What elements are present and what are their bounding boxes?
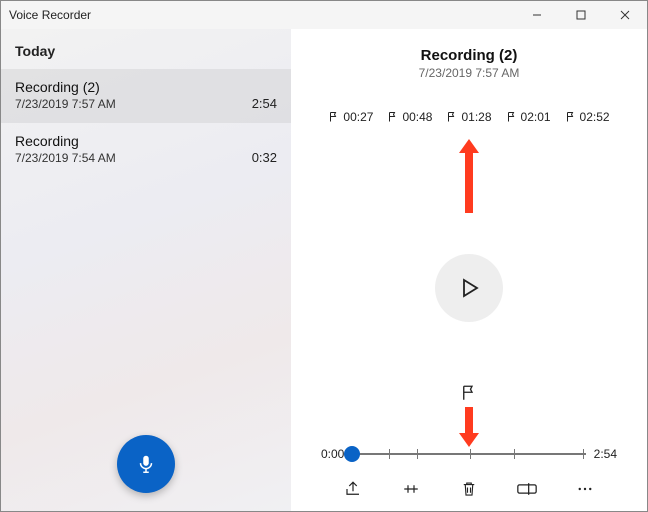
- marker-time: 02:01: [521, 110, 551, 124]
- flag-icon: [328, 111, 340, 123]
- record-button[interactable]: [117, 435, 175, 493]
- recording-title: Recording: [15, 133, 79, 149]
- time-position: 0:00: [321, 447, 344, 461]
- recording-item[interactable]: Recording 7/23/2019 7:54 AM 0:32: [1, 123, 291, 177]
- annotation-arrow-up: [465, 153, 473, 213]
- recording-date: 7/23/2019 7:57 AM: [15, 97, 116, 111]
- recordings-sidebar: Today Recording (2) 7/23/2019 7:57 AM 2:…: [1, 29, 291, 511]
- flag-icon: [506, 111, 518, 123]
- app-title: Voice Recorder: [9, 8, 515, 22]
- trim-icon: [402, 480, 420, 498]
- share-icon: [344, 480, 362, 498]
- more-button[interactable]: [575, 479, 595, 499]
- marker-time: 01:28: [461, 110, 491, 124]
- titlebar: Voice Recorder: [1, 1, 647, 29]
- delete-button[interactable]: [459, 479, 479, 499]
- marker[interactable]: 02:52: [565, 110, 610, 124]
- marker-list: 00:27 00:48 01:28 02:01 02:52: [291, 110, 647, 124]
- recording-date: 7/23/2019 7:54 AM: [15, 151, 116, 165]
- timeline: 0:00 2:54: [321, 447, 617, 461]
- body: Today Recording (2) 7/23/2019 7:57 AM 2:…: [1, 29, 647, 511]
- marker[interactable]: 00:48: [387, 110, 432, 124]
- play-button[interactable]: [435, 254, 503, 322]
- recording-title: Recording (2): [15, 79, 100, 95]
- marker-time: 00:27: [343, 110, 373, 124]
- trim-button[interactable]: [401, 479, 421, 499]
- maximize-button[interactable]: [559, 1, 603, 29]
- time-total: 2:54: [594, 447, 617, 461]
- trash-icon: [460, 480, 478, 498]
- microphone-icon: [135, 453, 157, 475]
- marker[interactable]: 02:01: [506, 110, 551, 124]
- rename-button[interactable]: [517, 479, 537, 499]
- marker-time: 02:52: [580, 110, 610, 124]
- current-datetime: 7/23/2019 7:57 AM: [291, 66, 647, 80]
- annotation-arrow-down: [465, 407, 473, 433]
- play-icon: [457, 276, 481, 300]
- rename-icon: [517, 482, 537, 496]
- timeline-track[interactable]: [352, 453, 585, 455]
- flag-icon: [446, 111, 458, 123]
- minimize-button[interactable]: [515, 1, 559, 29]
- marker[interactable]: 01:28: [446, 110, 491, 124]
- flag-icon: [460, 384, 478, 402]
- section-label-today: Today: [1, 29, 291, 69]
- voice-recorder-window: Voice Recorder Today Recording (2) 7/23/…: [0, 0, 648, 512]
- recording-duration: 0:32: [252, 150, 277, 165]
- timeline-thumb[interactable]: [344, 446, 360, 462]
- flag-icon: [387, 111, 399, 123]
- ellipsis-icon: [576, 480, 594, 498]
- player-panel: Recording (2) 7/23/2019 7:57 AM 00:27 00…: [291, 29, 647, 511]
- add-marker-button[interactable]: [460, 384, 478, 407]
- marker-time: 00:48: [402, 110, 432, 124]
- recording-duration: 2:54: [252, 96, 277, 111]
- flag-icon: [565, 111, 577, 123]
- marker[interactable]: 00:27: [328, 110, 373, 124]
- recording-item[interactable]: Recording (2) 7/23/2019 7:57 AM 2:54: [1, 69, 291, 123]
- current-title: Recording (2): [291, 47, 647, 64]
- share-button[interactable]: [343, 479, 363, 499]
- close-button[interactable]: [603, 1, 647, 29]
- player-toolbar: [291, 479, 647, 499]
- current-recording-header: Recording (2) 7/23/2019 7:57 AM: [291, 47, 647, 80]
